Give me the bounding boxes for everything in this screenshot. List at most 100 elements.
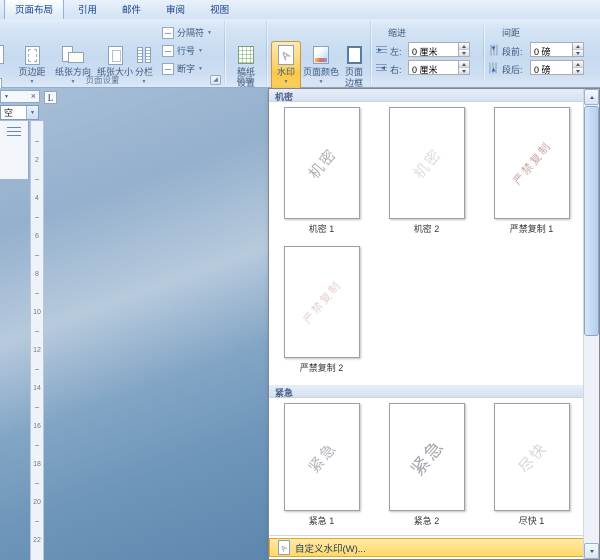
document-canvas: ▼ × L 空 ▼ 246810121416182022 [0, 88, 268, 560]
gallery-content: 机密 机密机密 1机密机密 2严禁复制严禁复制 1 严禁复制严禁复制 2 紧急 … [269, 89, 584, 559]
columns-icon [137, 43, 151, 67]
watermark-icon: A [278, 43, 294, 67]
spacing-after-icon [489, 63, 499, 74]
chevron-down-icon: ▼ [26, 106, 38, 119]
indent-section-label: 缩进 [388, 26, 406, 39]
gallery-section-urgent: 紧急 [269, 385, 584, 398]
watermark-preview: 紧急 [284, 403, 360, 511]
watermark-text: 紧急 [284, 403, 360, 511]
panel-menu-button[interactable]: ▼ [4, 94, 9, 100]
text-direction-icon [0, 43, 4, 67]
watermark-option-label: 机密 1 [269, 222, 374, 235]
watermark-text: 严禁复制 [494, 107, 570, 219]
gallery-scrollbar[interactable] [583, 89, 599, 559]
scroll-down-button[interactable] [584, 543, 599, 559]
gallery-row: 机密机密 1机密机密 2严禁复制严禁复制 1 [269, 102, 584, 241]
indent-right-field[interactable]: 0 厘米 [408, 60, 470, 75]
orientation-icon [62, 43, 84, 67]
margins-icon [25, 43, 40, 67]
breaks-button[interactable]: 分隔符 ▼ [160, 24, 222, 41]
gallery-section-confidential: 机密 [269, 89, 584, 102]
page-setup-dialog-launcher[interactable]: ◢ [210, 75, 221, 85]
watermark-option[interactable]: 紧急紧急 2 [374, 398, 479, 533]
panel-mini-toolbar: ▼ × [0, 90, 40, 103]
watermark-option[interactable]: 尽快尽快 1 [479, 398, 584, 533]
indent-left-field[interactable]: 0 厘米 [408, 42, 470, 57]
watermark-option[interactable]: 严禁复制严禁复制 1 [479, 102, 584, 241]
watermark-text: 机密 [284, 107, 360, 219]
spin-down-button[interactable] [573, 49, 583, 56]
watermark-text: 紧急 [389, 403, 465, 511]
tab-stop-selector[interactable]: L [44, 91, 57, 104]
spacing-before-label: 段前: [502, 45, 523, 58]
tab-review[interactable]: 审阅 [155, 0, 196, 19]
group-label-manuscript: 稿纸 [224, 74, 266, 86]
line-numbers-icon [162, 45, 174, 57]
close-icon[interactable]: × [31, 92, 36, 101]
spacing-after-label: 段后: [502, 63, 523, 76]
outline-icon [7, 127, 21, 138]
watermark-preview: 严禁复制 [494, 107, 570, 219]
spacing-before-field[interactable]: 0 磅 [530, 42, 584, 57]
scroll-up-button[interactable] [584, 89, 599, 105]
chevron-down-icon: ▼ [198, 66, 203, 72]
vertical-ruler: 246810121416182022 [30, 121, 44, 560]
tab-mailings[interactable]: 邮件 [111, 0, 152, 19]
watermark-option-label: 严禁复制 1 [479, 222, 584, 235]
indent-left-label: 左: [390, 45, 402, 58]
page-color-icon [313, 43, 329, 67]
watermark-option[interactable]: 紧急紧急 1 [269, 398, 374, 533]
side-pane-strip [0, 121, 29, 179]
group-separator [483, 25, 484, 79]
custom-watermark-menu-item[interactable]: A 自定义水印(W)... [269, 538, 584, 557]
watermark-option[interactable]: 机密机密 1 [269, 102, 374, 241]
watermark-preview: 严禁复制 [284, 246, 360, 358]
chevron-down-icon: ▼ [198, 48, 203, 54]
watermark-option[interactable]: 严禁复制严禁复制 2 [269, 241, 374, 385]
gallery-row: 严禁复制严禁复制 2 [269, 241, 584, 385]
spinner [572, 43, 583, 56]
spinner [458, 43, 469, 56]
page-borders-icon [347, 43, 362, 67]
spin-down-button[interactable] [459, 67, 469, 74]
group-label-page-setup: 页面设置 [0, 74, 205, 86]
chevron-down-icon: ▼ [207, 30, 212, 36]
watermark-text: 严禁复制 [284, 246, 360, 358]
watermark-icon: A [278, 540, 290, 555]
scrollbar-thumb[interactable] [584, 106, 599, 336]
watermark-option-label: 机密 2 [374, 222, 479, 235]
indent-right-label: 右: [390, 63, 402, 76]
vertical-ruler-scale: 246810121416182022 [31, 132, 43, 550]
line-numbers-button[interactable]: 行号 ▼ [160, 42, 222, 59]
hyphenation-icon [162, 63, 174, 75]
watermark-preview: 紧急 [389, 403, 465, 511]
watermark-option-label: 严禁复制 2 [269, 361, 374, 374]
spinner [572, 61, 583, 74]
tab-page-layout[interactable]: 页面布局 [4, 0, 64, 19]
watermark-option-label: 紧急 1 [269, 514, 374, 527]
grid-paper-icon [238, 43, 254, 67]
style-combo[interactable]: 空 ▼ [0, 105, 39, 120]
watermark-option[interactable]: 机密机密 2 [374, 102, 479, 241]
spacing-after-field[interactable]: 0 磅 [530, 60, 584, 75]
group-separator [370, 21, 371, 85]
watermark-preview: 机密 [284, 107, 360, 219]
tab-view[interactable]: 视图 [199, 0, 240, 19]
watermark-text: 尽快 [494, 403, 570, 511]
ribbon: 页边距 ▼ 纸张方向 ▼ 纸张大小 ▼ 分栏 ▼ 分隔符 ▼ 行号 ▼ 断字 ▼… [0, 19, 600, 88]
spacing-section-label: 间距 [502, 26, 520, 39]
ribbon-tab-bar: 页面布局 引用 邮件 审阅 视图 [0, 0, 600, 19]
indent-left-icon [376, 45, 387, 55]
tab-references[interactable]: 引用 [67, 0, 108, 19]
gallery-row: 紧急紧急 1紧急紧急 2尽快尽快 1 [269, 398, 584, 533]
watermark-text: 机密 [389, 107, 465, 219]
spacing-before-icon [489, 45, 499, 56]
breaks-icon [162, 27, 174, 39]
menu-separator [269, 535, 584, 536]
spinner [458, 61, 469, 74]
chevron-down-icon: ▼ [319, 79, 324, 85]
paper-size-icon [108, 43, 123, 67]
spin-down-button[interactable] [459, 49, 469, 56]
spin-down-button[interactable] [573, 67, 583, 74]
chevron-down-icon: ▼ [284, 79, 289, 85]
